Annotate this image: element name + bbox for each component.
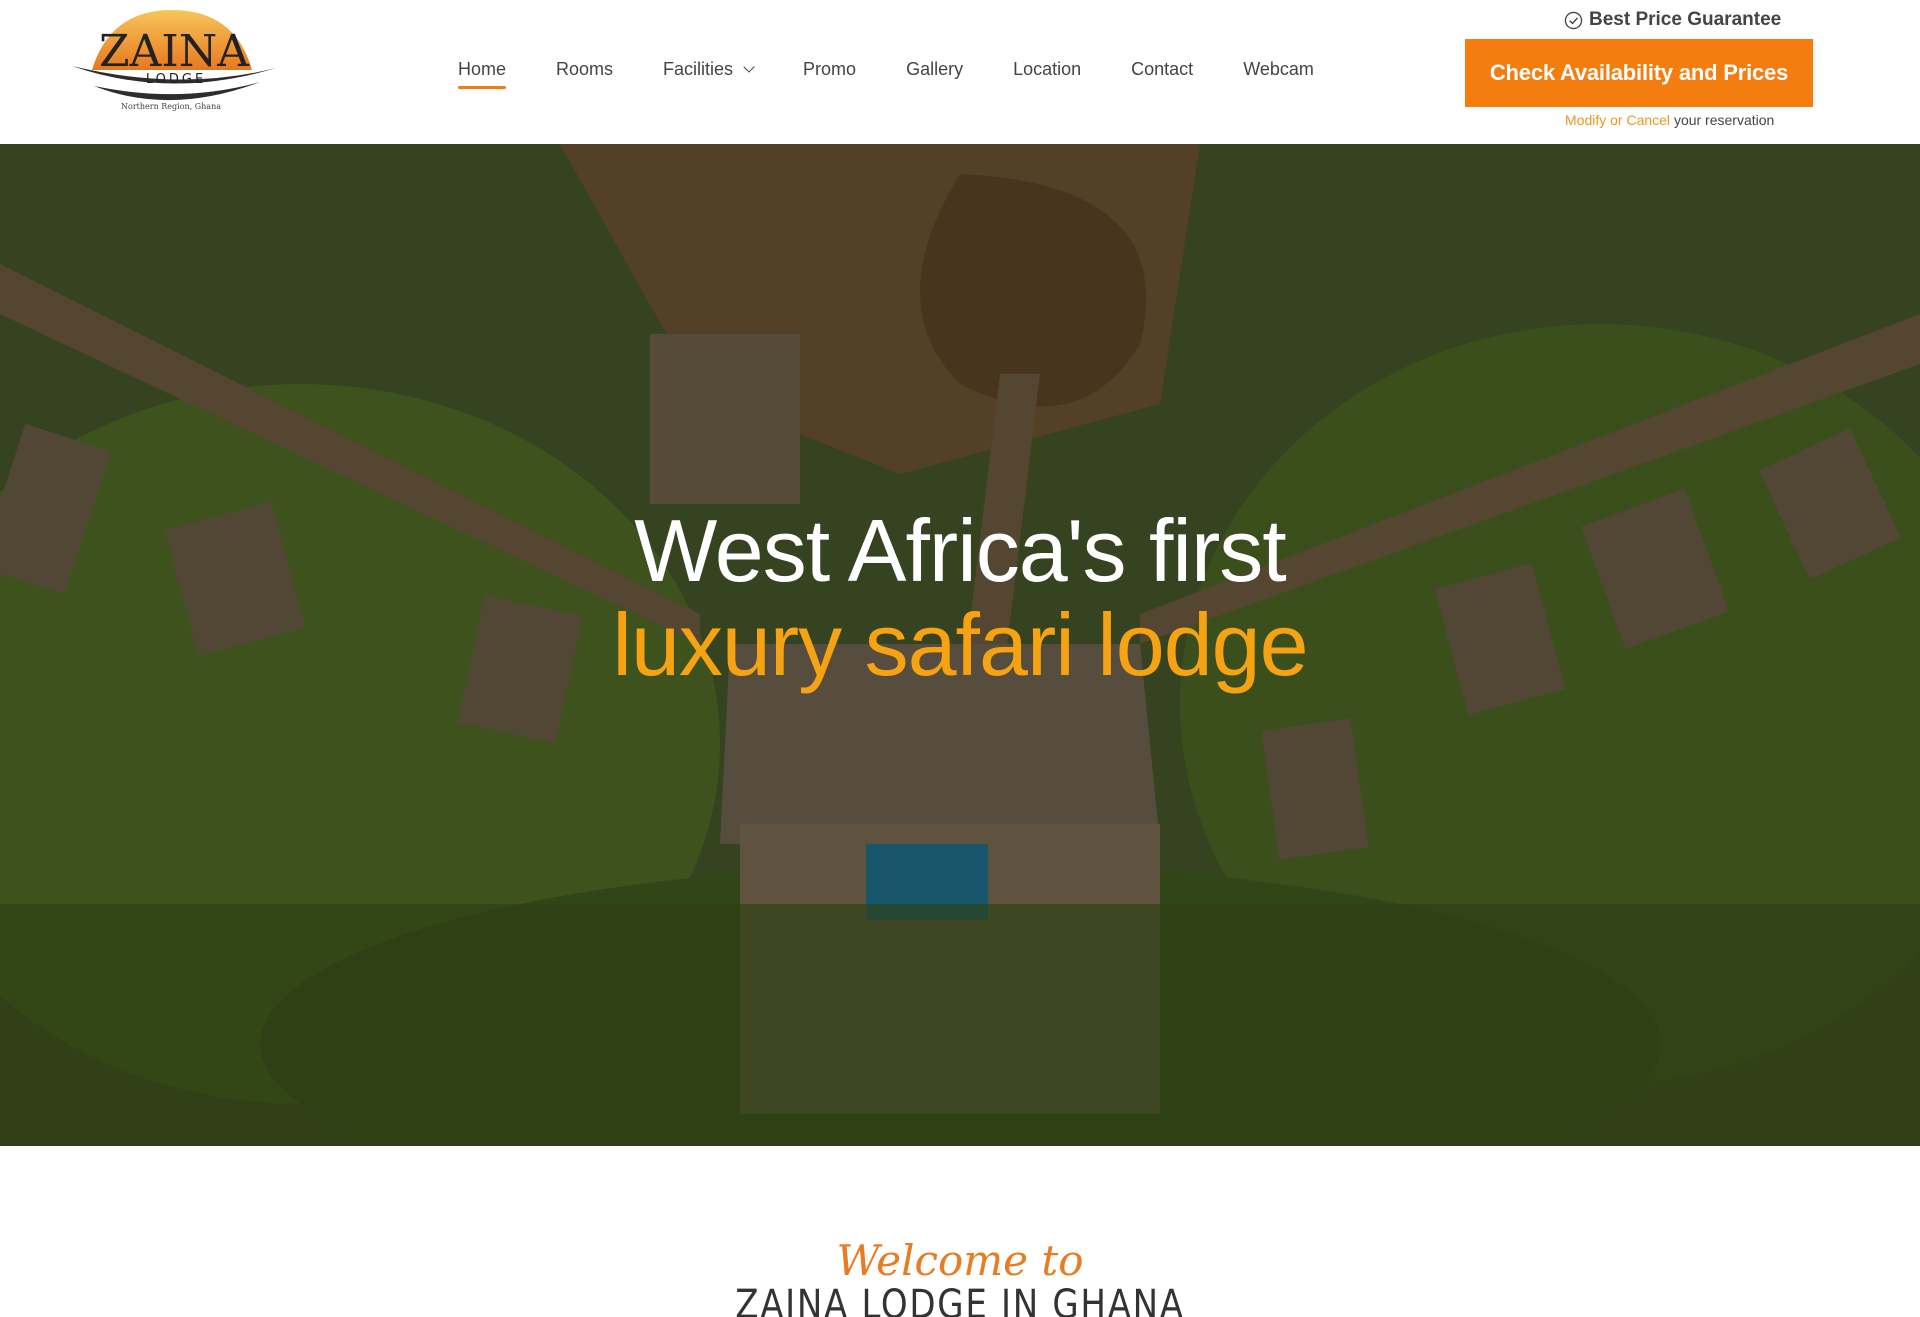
nav-promo[interactable]: Promo bbox=[803, 56, 856, 82]
modify-text: your reservation bbox=[1673, 112, 1775, 128]
logo[interactable]: ZAINA LODGE Northern Region, Ghana bbox=[70, 8, 280, 118]
hero-line-2: luxury safari lodge bbox=[612, 595, 1308, 694]
main-nav: Home Rooms Facilities Promo Gallery Loca… bbox=[458, 56, 1364, 90]
welcome-section: Welcome to ZAINA LODGE IN GHANA bbox=[0, 1236, 1920, 1317]
hero-line-1: West Africa's first bbox=[634, 501, 1286, 600]
best-price-guarantee: Best Price Guarantee bbox=[1564, 9, 1781, 31]
nav-location[interactable]: Location bbox=[1013, 56, 1081, 82]
logo-graphic: ZAINA LODGE bbox=[72, 10, 276, 101]
nav-home[interactable]: Home bbox=[458, 56, 507, 89]
hero-section: West Africa's first luxury safari lodge bbox=[0, 144, 1920, 1146]
nav-rooms[interactable]: Rooms bbox=[556, 56, 613, 82]
modify-cancel-link[interactable]: Modify or Cancel bbox=[1565, 112, 1670, 128]
nav-gallery[interactable]: Gallery bbox=[906, 56, 963, 82]
check-circle-icon bbox=[1564, 11, 1583, 29]
svg-text:LODGE: LODGE bbox=[146, 72, 206, 87]
nav-webcam[interactable]: Webcam bbox=[1243, 56, 1314, 82]
chevron-down-icon bbox=[743, 60, 755, 73]
welcome-script-heading: Welcome to bbox=[836, 1236, 1084, 1285]
modify-reservation: Modify or Cancel your reservation bbox=[1565, 112, 1774, 128]
nav-facilities[interactable]: Facilities bbox=[663, 56, 755, 82]
welcome-title: ZAINA LODGE IN GHANA bbox=[735, 1282, 1185, 1317]
logo-tagline: Northern Region, Ghana bbox=[121, 102, 221, 111]
nav-contact[interactable]: Contact bbox=[1131, 56, 1193, 82]
svg-text:ZAINA: ZAINA bbox=[99, 26, 250, 77]
check-availability-button[interactable]: Check Availability and Prices bbox=[1465, 39, 1813, 107]
site-header: ZAINA LODGE Northern Region, Ghana Home … bbox=[0, 0, 1920, 144]
hero-heading: West Africa's first luxury safari lodge bbox=[0, 504, 1920, 692]
